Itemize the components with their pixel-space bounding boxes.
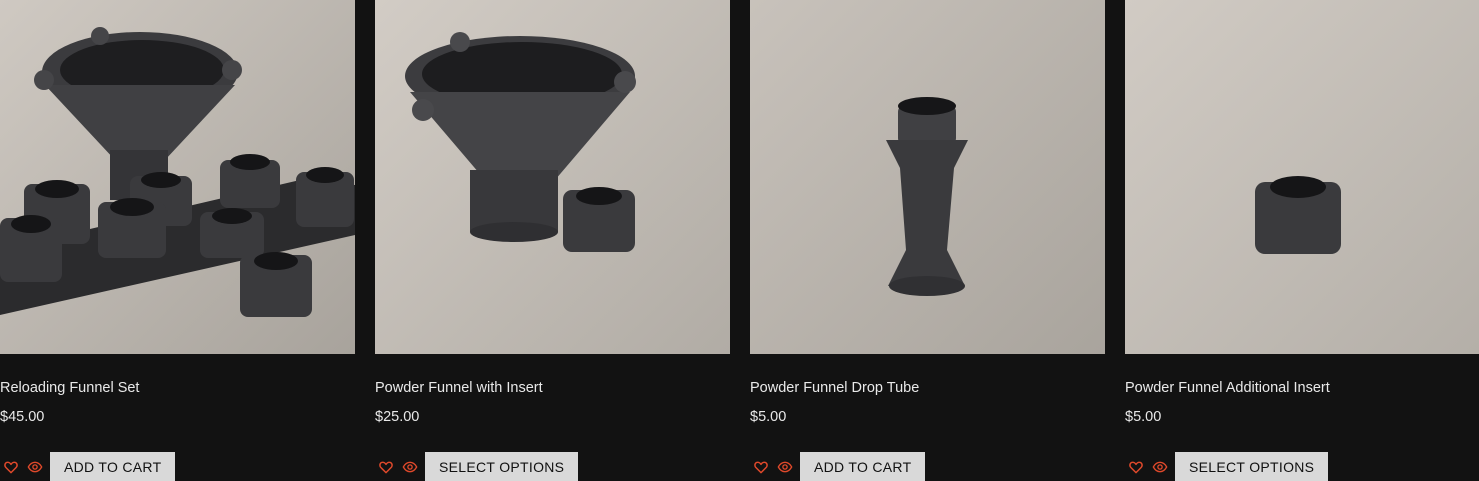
- product-photo: [1125, 0, 1479, 354]
- heart-icon[interactable]: [0, 456, 22, 478]
- product-title[interactable]: Powder Funnel Drop Tube: [750, 378, 919, 398]
- eye-icon[interactable]: [1149, 456, 1171, 478]
- heart-icon[interactable]: [375, 456, 397, 478]
- product-price: $5.00: [750, 409, 787, 425]
- product-card: Reloading Funnel Set $45.00 ADD TO CART: [0, 0, 355, 481]
- product-actions: SELECT OPTIONS: [1125, 452, 1329, 481]
- product-image[interactable]: [0, 0, 355, 354]
- product-actions: SELECT OPTIONS: [375, 452, 579, 481]
- product-grid: Reloading Funnel Set $45.00 ADD TO CART: [0, 0, 1479, 481]
- eye-icon[interactable]: [24, 456, 46, 478]
- product-photo: [0, 0, 355, 354]
- product-image[interactable]: [375, 0, 730, 354]
- product-price: $25.00: [375, 409, 420, 425]
- product-actions: ADD TO CART: [0, 452, 176, 481]
- heart-icon[interactable]: [750, 456, 772, 478]
- product-actions: ADD TO CART: [750, 452, 926, 481]
- select-options-button[interactable]: SELECT OPTIONS: [425, 452, 579, 481]
- product-image[interactable]: [1125, 0, 1479, 354]
- heart-icon[interactable]: [1125, 456, 1147, 478]
- product-title[interactable]: Powder Funnel with Insert: [375, 378, 543, 398]
- product-photo: [750, 0, 1105, 354]
- eye-icon[interactable]: [774, 456, 796, 478]
- product-title[interactable]: Reloading Funnel Set: [0, 378, 139, 398]
- product-title[interactable]: Powder Funnel Additional Insert: [1125, 378, 1330, 398]
- product-price: $45.00: [0, 409, 45, 425]
- eye-icon[interactable]: [399, 456, 421, 478]
- product-photo: [375, 0, 730, 354]
- product-card: Powder Funnel Additional Insert $5.00 SE…: [1125, 0, 1479, 481]
- product-image[interactable]: [750, 0, 1105, 354]
- product-card: Powder Funnel Drop Tube $5.00 ADD TO CAR…: [750, 0, 1105, 481]
- select-options-button[interactable]: SELECT OPTIONS: [1175, 452, 1329, 481]
- product-price: $5.00: [1125, 409, 1162, 425]
- product-card: Powder Funnel with Insert $25.00 SELECT …: [375, 0, 730, 481]
- add-to-cart-button[interactable]: ADD TO CART: [800, 452, 926, 481]
- add-to-cart-button[interactable]: ADD TO CART: [50, 452, 176, 481]
